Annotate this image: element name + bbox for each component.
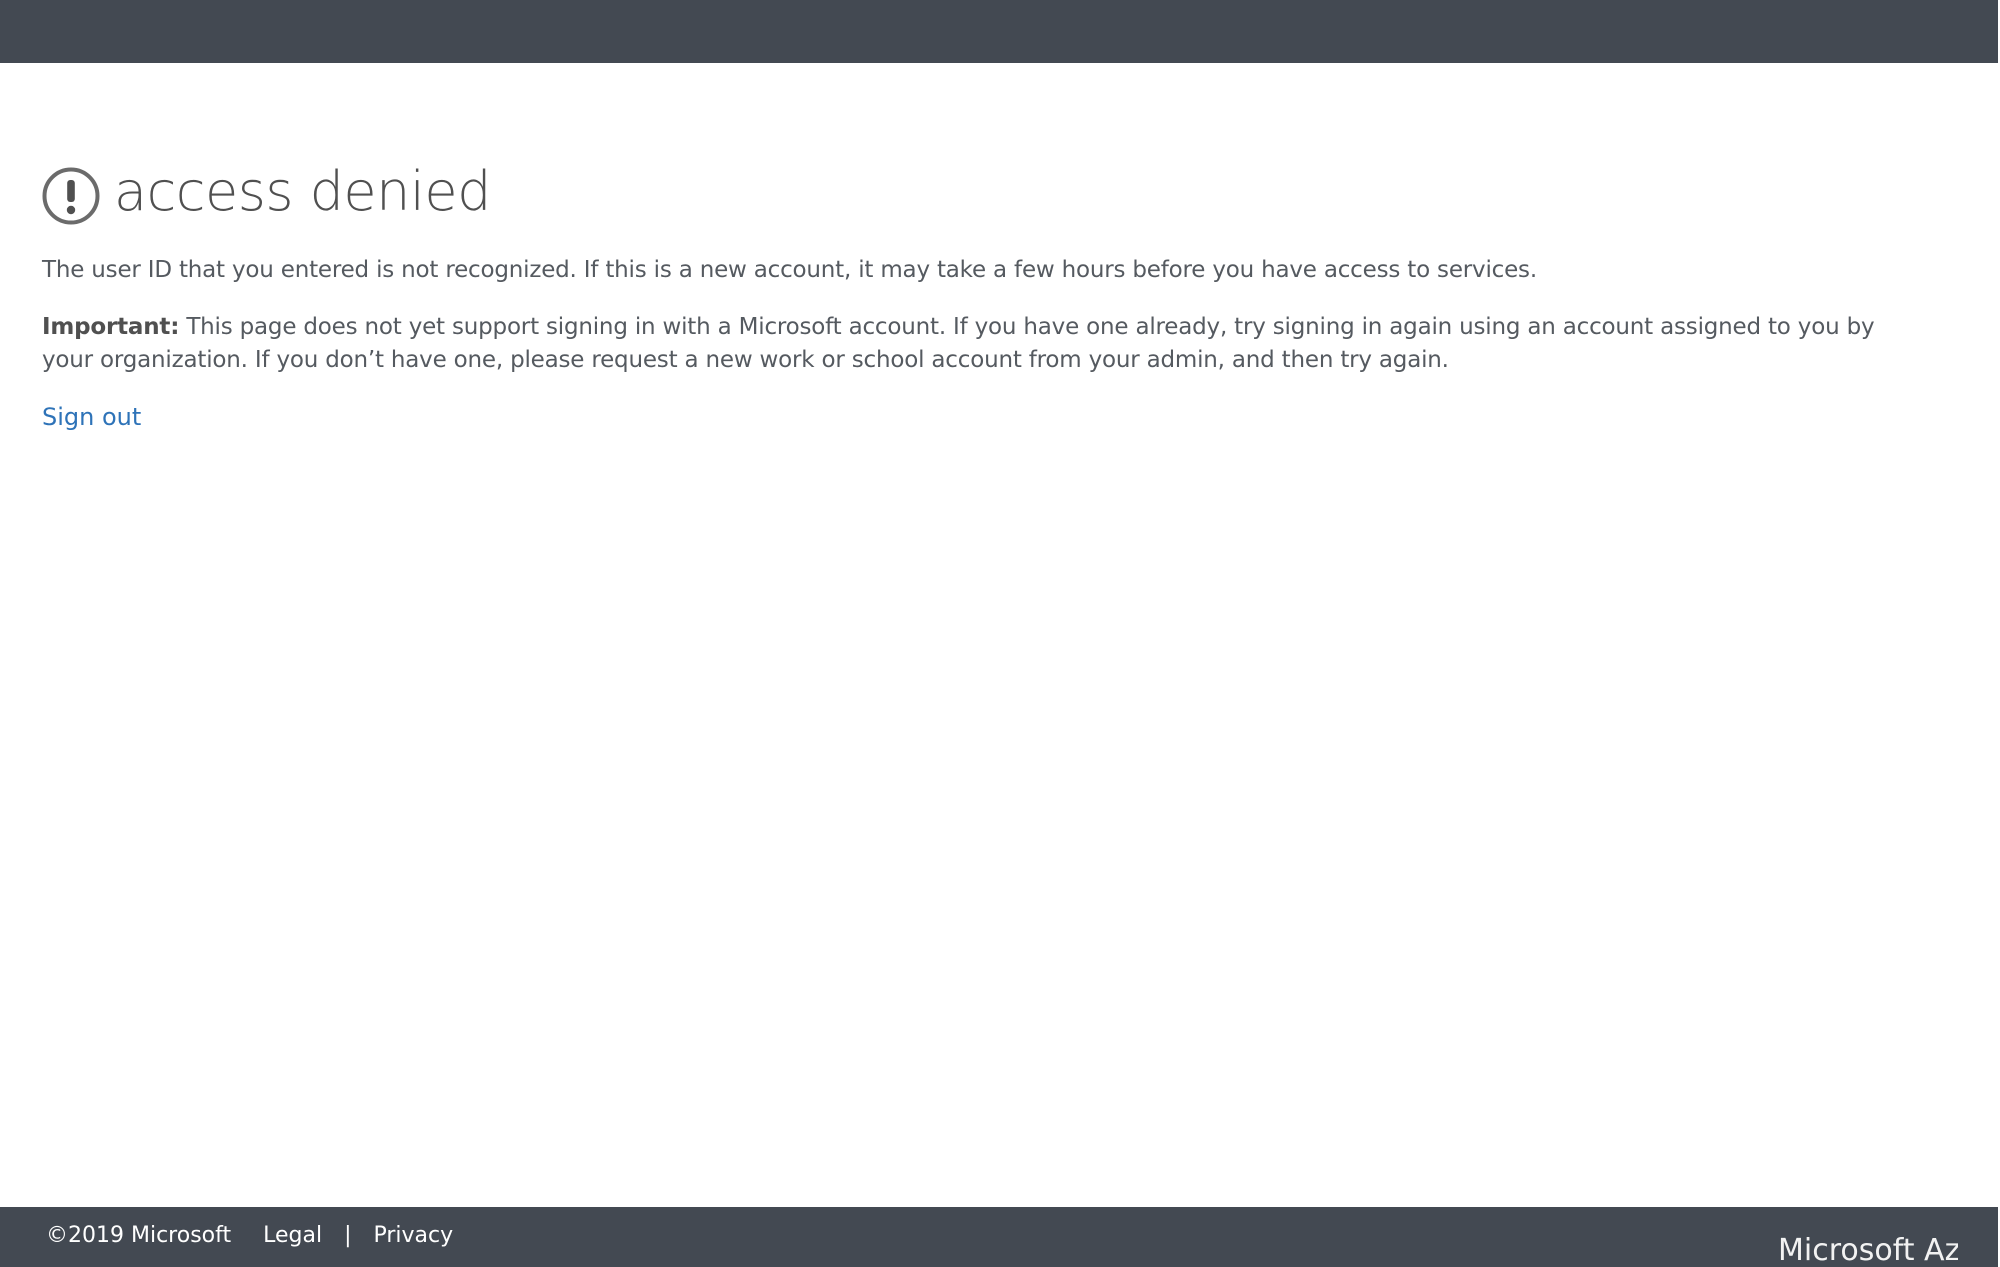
footer-links: ©2019 Microsoft Legal | Privacy — [46, 1223, 453, 1248]
page-title: access denied — [114, 160, 491, 223]
footer: ©2019 Microsoft Legal | Privacy Microsof… — [0, 1207, 1998, 1267]
privacy-link[interactable]: Privacy — [374, 1223, 454, 1248]
exclamation-circle-icon — [42, 167, 100, 225]
main-content: access denied The user ID that you enter… — [42, 160, 1942, 434]
copyright-text: ©2019 Microsoft — [46, 1223, 232, 1248]
footer-separator: | — [344, 1223, 352, 1248]
top-header-bar — [0, 0, 1998, 63]
legal-link[interactable]: Legal — [263, 1223, 322, 1248]
error-message: The user ID that you entered is not reco… — [42, 257, 1537, 283]
title-row: access denied — [42, 160, 1942, 232]
important-notice: Important: This page does not yet suppor… — [42, 311, 1922, 377]
important-text: This page does not yet support signing i… — [42, 314, 1875, 373]
page: access denied The user ID that you enter… — [0, 0, 1998, 1267]
brand-logo-text: Microsoft Az — [1778, 1233, 1958, 1267]
important-label: Important: — [42, 314, 180, 340]
sign-out-link[interactable]: Sign out — [42, 401, 141, 434]
